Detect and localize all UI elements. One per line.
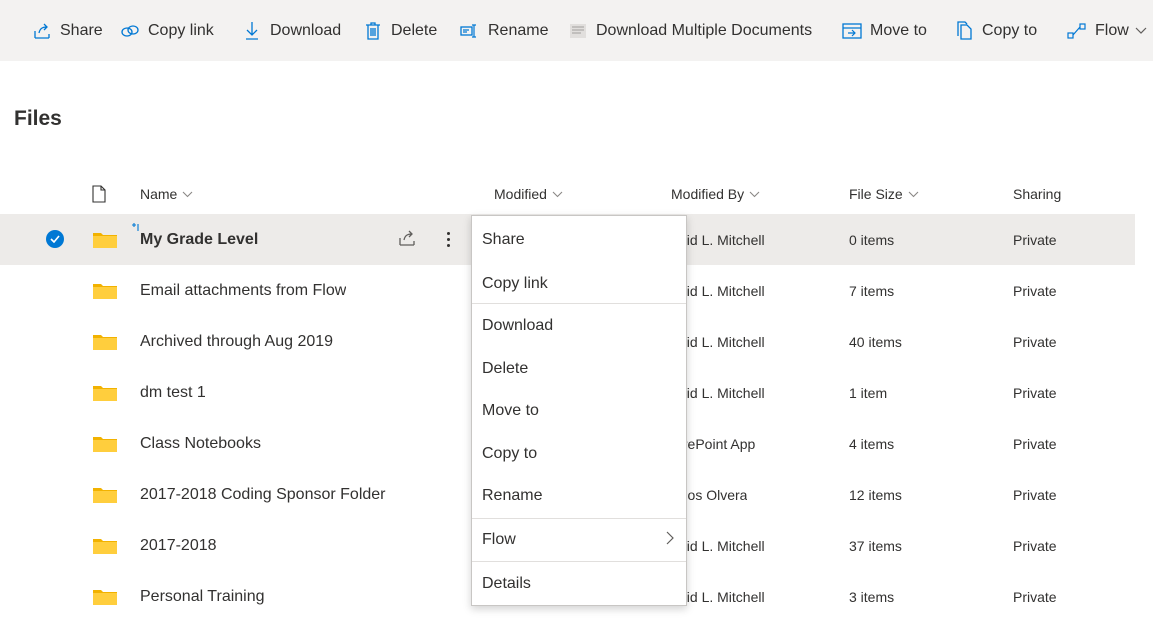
folder-icon [93,488,117,503]
chevron-down-icon [749,191,760,198]
list-header: Name Modified Modified By File Size Shar… [0,176,1153,212]
row-name[interactable]: My Grade Level [140,214,258,265]
rename-icon [460,21,480,41]
row-sharing: Private [1013,588,1057,605]
row-sharing: Private [1013,231,1057,248]
menu-item-flow-label: Flow [482,531,516,548]
folder-icon [93,386,117,401]
menu-item-download[interactable]: Download [472,308,686,344]
download-button[interactable]: Download [242,0,341,61]
row-name[interactable]: Archived through Aug 2019 [140,316,333,367]
flow-icon [1067,21,1087,41]
menu-item-flow[interactable]: Flow [472,522,686,558]
share-label: Share [60,21,103,39]
menu-divider [472,303,686,304]
move-to-icon [842,21,862,41]
chevron-down-icon [1135,27,1147,35]
row-name[interactable]: Class Notebooks [140,418,261,469]
row-sharing: Private [1013,537,1057,554]
folder-icon [93,590,117,605]
flow-button[interactable]: Flow [1067,0,1147,61]
share-button[interactable]: Share [32,0,103,61]
folder-icon [93,284,117,299]
rename-button[interactable]: Rename [460,0,548,61]
delete-button[interactable]: Delete [363,0,437,61]
file-type-icon[interactable] [92,176,106,212]
menu-item-rename[interactable]: Rename [472,478,686,514]
menu-item-details[interactable]: Details [472,566,686,602]
row-file-size: 40 items [849,333,902,350]
link-icon [120,21,140,41]
trash-icon [363,21,383,41]
row-file-size: 12 items [849,486,902,503]
folder-icon [93,335,117,350]
menu-item-copy-link[interactable]: Copy link [472,266,686,302]
download-label: Download [270,21,342,39]
delete-label: Delete [391,21,438,39]
column-sharing-label: Sharing [1013,186,1062,202]
move-to-label: Move to [870,21,927,39]
column-header-name[interactable]: Name [140,176,193,212]
row-name[interactable]: Email attachments from Flow [140,265,346,316]
row-name[interactable]: 2017-2018 Coding Sponsor Folder [140,469,386,520]
download-icon [242,21,262,41]
row-file-size: 0 items [849,231,895,248]
folder-icon [93,539,117,554]
row-sharing: Private [1013,486,1057,503]
more-actions-icon[interactable] [440,227,456,251]
chevron-right-icon [666,531,674,550]
column-header-sharing[interactable]: Sharing [1013,176,1061,212]
copy-to-label: Copy to [982,21,1038,39]
column-modified-by-label: Modified By [671,186,745,202]
share-icon[interactable] [398,229,418,249]
row-name[interactable]: dm test 1 [140,367,206,418]
rename-label: Rename [488,21,549,39]
share-icon [32,21,52,41]
row-name[interactable]: Personal Training [140,571,265,622]
download-multiple-button[interactable]: Download Multiple Documents [568,0,812,61]
row-file-size: 4 items [849,435,895,452]
column-header-modified-by[interactable]: Modified By [671,176,760,212]
row-file-size: 37 items [849,537,902,554]
chevron-down-icon [908,191,919,198]
page-title: Files [14,107,62,130]
row-sharing: Private [1013,333,1057,350]
copy-link-button[interactable]: Copy link [120,0,214,61]
row-sharing: Private [1013,282,1057,299]
flow-label: Flow [1095,21,1129,39]
column-name-label: Name [140,186,178,202]
download-multiple-label: Download Multiple Documents [596,21,813,39]
download-multiple-icon [568,21,588,41]
chevron-down-icon [552,191,563,198]
row-file-size: 1 item [849,384,888,401]
copy-icon [954,20,974,41]
checkmark-icon[interactable] [46,230,64,248]
chevron-down-icon [182,191,193,198]
menu-item-move-to[interactable]: Move to [472,393,686,429]
move-to-button[interactable]: Move to [842,0,927,61]
folder-icon [93,437,117,452]
menu-item-copy-to[interactable]: Copy to [472,436,686,472]
menu-item-delete[interactable]: Delete [472,351,686,387]
command-bar: Share Copy link Download Delete Rename D… [0,0,1153,61]
copy-link-label: Copy link [148,21,214,39]
row-file-size: 3 items [849,588,895,605]
folder-icon [93,233,117,248]
copy-to-button[interactable]: Copy to [954,0,1037,61]
row-file-size: 7 items [849,282,895,299]
context-menu: Share Copy link Download Delete Move to … [471,215,687,606]
menu-item-share[interactable]: Share [472,222,686,258]
row-name[interactable]: 2017-2018 [140,520,217,571]
menu-divider [472,561,686,562]
column-header-file-size[interactable]: File Size [849,176,919,212]
row-sharing: Private [1013,435,1057,452]
column-modified-label: Modified [494,186,547,202]
column-file-size-label: File Size [849,186,903,202]
column-header-modified[interactable]: Modified [494,176,563,212]
menu-divider [472,518,686,519]
row-sharing: Private [1013,384,1057,401]
